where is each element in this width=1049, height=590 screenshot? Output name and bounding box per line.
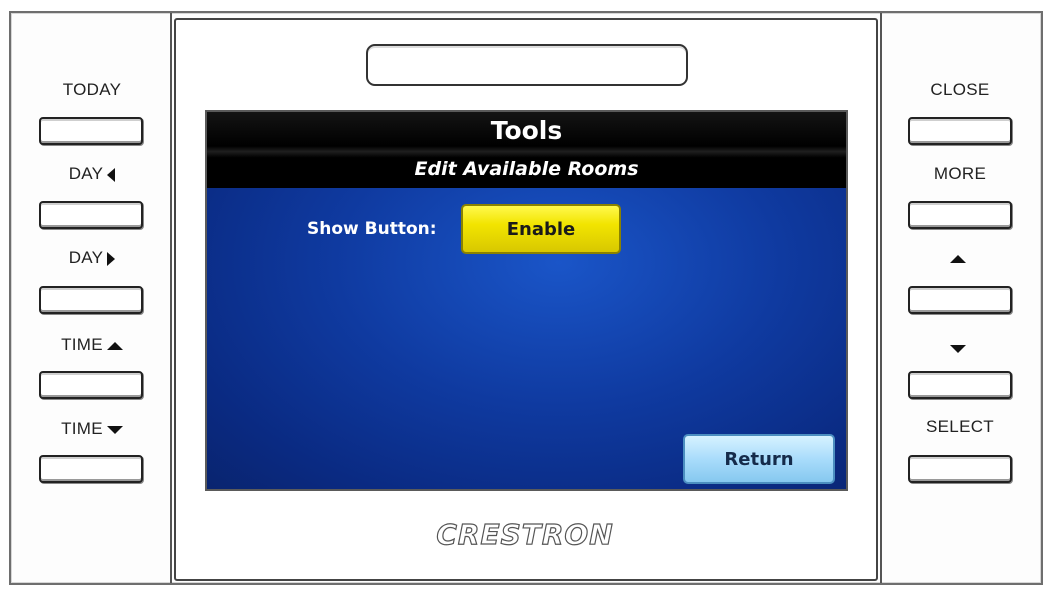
return-button[interactable]: Return <box>683 434 835 484</box>
more-button[interactable] <box>908 201 1012 229</box>
close-button[interactable] <box>908 117 1012 145</box>
enable-button[interactable]: Enable <box>461 204 621 254</box>
screen-header: Tools Edit Available Rooms <box>207 112 846 188</box>
up-button[interactable] <box>908 286 1012 314</box>
close-label: CLOSE <box>930 80 990 99</box>
triangle-up-icon <box>950 254 966 263</box>
triangle-up-icon <box>106 341 123 350</box>
down-button[interactable] <box>908 371 1012 399</box>
triangle-down-icon <box>950 344 966 353</box>
time-down-button[interactable] <box>39 455 143 483</box>
day-prev-button[interactable] <box>39 201 143 229</box>
today-button[interactable] <box>39 117 143 145</box>
triangle-left-icon <box>107 167 116 182</box>
triangle-right-icon <box>107 251 116 266</box>
show-button-label: Show Button: <box>307 219 437 239</box>
today-label: TODAY <box>62 80 122 99</box>
triangle-down-icon <box>106 425 123 434</box>
page-subtitle: Edit Available Rooms <box>414 158 639 180</box>
page-title: Tools <box>490 116 563 145</box>
select-button[interactable] <box>908 455 1012 483</box>
day-next-button[interactable] <box>39 286 143 314</box>
up-arrow-label <box>886 248 1026 268</box>
ir-window <box>366 44 688 86</box>
day-next-label: DAY <box>22 248 162 268</box>
time-up-button[interactable] <box>39 371 143 399</box>
brand-logo: CRESTRON <box>436 517 614 551</box>
time-down-label: TIME <box>22 419 162 439</box>
touch-screen: Tools Edit Available Rooms Show Button: … <box>205 110 848 491</box>
more-label: MORE <box>933 164 987 183</box>
down-arrow-label <box>886 338 1026 358</box>
time-up-label: TIME <box>22 335 162 355</box>
select-label: SELECT <box>926 417 994 436</box>
day-prev-label: DAY <box>22 164 162 184</box>
